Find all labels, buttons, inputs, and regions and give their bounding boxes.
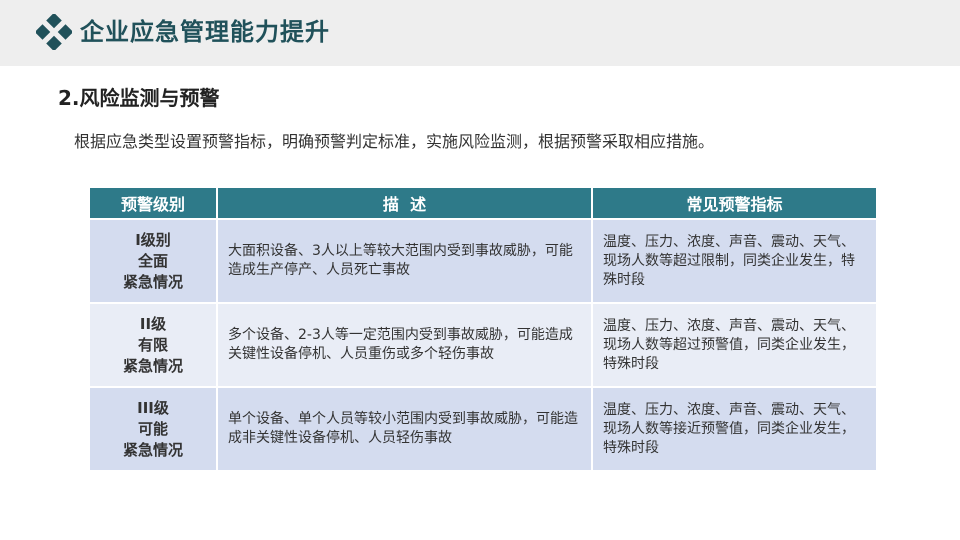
level-cell: I级别 全面 紧急情况	[90, 218, 218, 303]
table-row: III级 可能 紧急情况 单个设备、单个人员等较小范围内受到事故威胁，可能造成非…	[90, 386, 876, 470]
level-cell: II级 有限 紧急情况	[90, 302, 218, 387]
table-row: I级别 全面 紧急情况 大面积设备、3人以上等较大范围内受到事故威胁，可能造成生…	[90, 218, 876, 303]
warning-level-table: 预警级别 描 述 常见预警指标 I级别 全面 紧急情况 大面积设备、3人以上等较…	[90, 188, 876, 470]
table-row: II级 有限 紧急情况 多个设备、2-3人等一定范围内受到事故威胁，可能造成关键…	[90, 302, 876, 387]
level-name: I级别	[135, 230, 171, 249]
intro-text: 根据应急类型设置预警指标，明确预警判定标准，实施风险监测，根据预警采取相应措施。	[74, 132, 715, 151]
level-cell: III级 可能 紧急情况	[90, 386, 218, 470]
level-type: 紧急情况	[122, 272, 183, 291]
title-bar: 企业应急管理能力提升	[0, 0, 960, 66]
section-heading: 2.风险监测与预警	[58, 86, 220, 110]
level-scope: 可能	[137, 419, 168, 438]
diamond-cluster-icon	[36, 14, 72, 50]
column-header-level: 预警级别	[90, 188, 218, 219]
level-name: III级	[137, 398, 169, 417]
description-cell: 大面积设备、3人以上等较大范围内受到事故威胁，可能造成生产停产、人员死亡事故	[217, 218, 593, 303]
indicators-cell: 温度、压力、浓度、声音、震动、天气、现场人数等接近预警值，同类企业发生，特殊时段	[592, 386, 876, 470]
column-header-description: 描 述	[217, 188, 593, 219]
description-cell: 单个设备、单个人员等较小范围内受到事故威胁，可能造成非关键性设备停机、人员轻伤事…	[217, 386, 593, 470]
indicators-cell: 温度、压力、浓度、声音、震动、天气、现场人数等超过限制，同类企业发生，特殊时段	[592, 218, 876, 303]
level-type: 紧急情况	[122, 440, 183, 459]
table-header-row: 预警级别 描 述 常见预警指标	[90, 188, 876, 219]
level-scope: 有限	[137, 335, 168, 354]
level-scope: 全面	[137, 251, 168, 270]
column-header-indicators: 常见预警指标	[592, 188, 876, 219]
description-cell: 多个设备、2-3人等一定范围内受到事故威胁，可能造成关键性设备停机、人员重伤或多…	[217, 302, 593, 387]
level-name: II级	[139, 314, 167, 333]
page-title: 企业应急管理能力提升	[80, 18, 330, 46]
indicators-cell: 温度、压力、浓度、声音、震动、天气、现场人数等超过预警值，同类企业发生，特殊时段	[592, 302, 876, 387]
level-type: 紧急情况	[122, 356, 183, 375]
